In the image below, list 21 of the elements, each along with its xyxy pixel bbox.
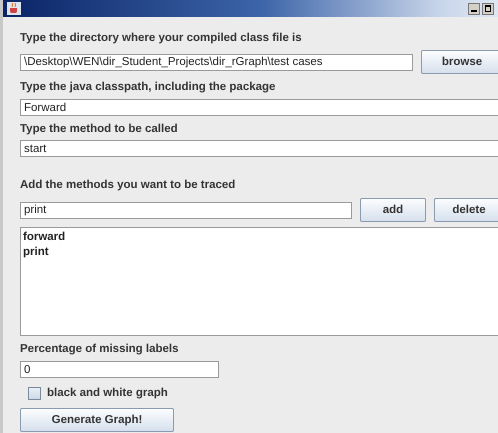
list-item[interactable]: print bbox=[23, 245, 49, 260]
generate-graph-button[interactable]: Generate Graph! bbox=[20, 408, 174, 432]
directory-field[interactable]: \Desktop\WEN\dir_Student_Projects\dir_rGraph\test cases bbox=[20, 54, 413, 70]
delete-button[interactable]: delete bbox=[434, 198, 498, 222]
browse-button[interactable]: browse bbox=[421, 50, 498, 74]
classpath-field[interactable]: Forward bbox=[20, 99, 498, 116]
java-cup-icon bbox=[7, 2, 21, 15]
field-label: Add the methods you want to be traced bbox=[20, 178, 236, 193]
field-label: Type the java classpath, including the package bbox=[20, 80, 276, 95]
list-item[interactable]: forward bbox=[23, 230, 66, 245]
field-label: Type the method to be called bbox=[20, 122, 179, 137]
field-label: Type the directory where your compiled class file is bbox=[20, 31, 303, 46]
maximize-button[interactable] bbox=[482, 2, 494, 14]
method-field[interactable]: start bbox=[20, 140, 498, 157]
field-label: Percentage of missing labels bbox=[20, 342, 180, 357]
add-button[interactable]: add bbox=[360, 198, 426, 222]
checkbox[interactable] bbox=[28, 386, 41, 400]
percentage-field[interactable]: 0 bbox=[20, 361, 219, 378]
minimize-button[interactable] bbox=[468, 2, 480, 14]
checkbox-label: black and white graph bbox=[47, 386, 168, 401]
method-name-field[interactable]: print bbox=[20, 202, 352, 218]
